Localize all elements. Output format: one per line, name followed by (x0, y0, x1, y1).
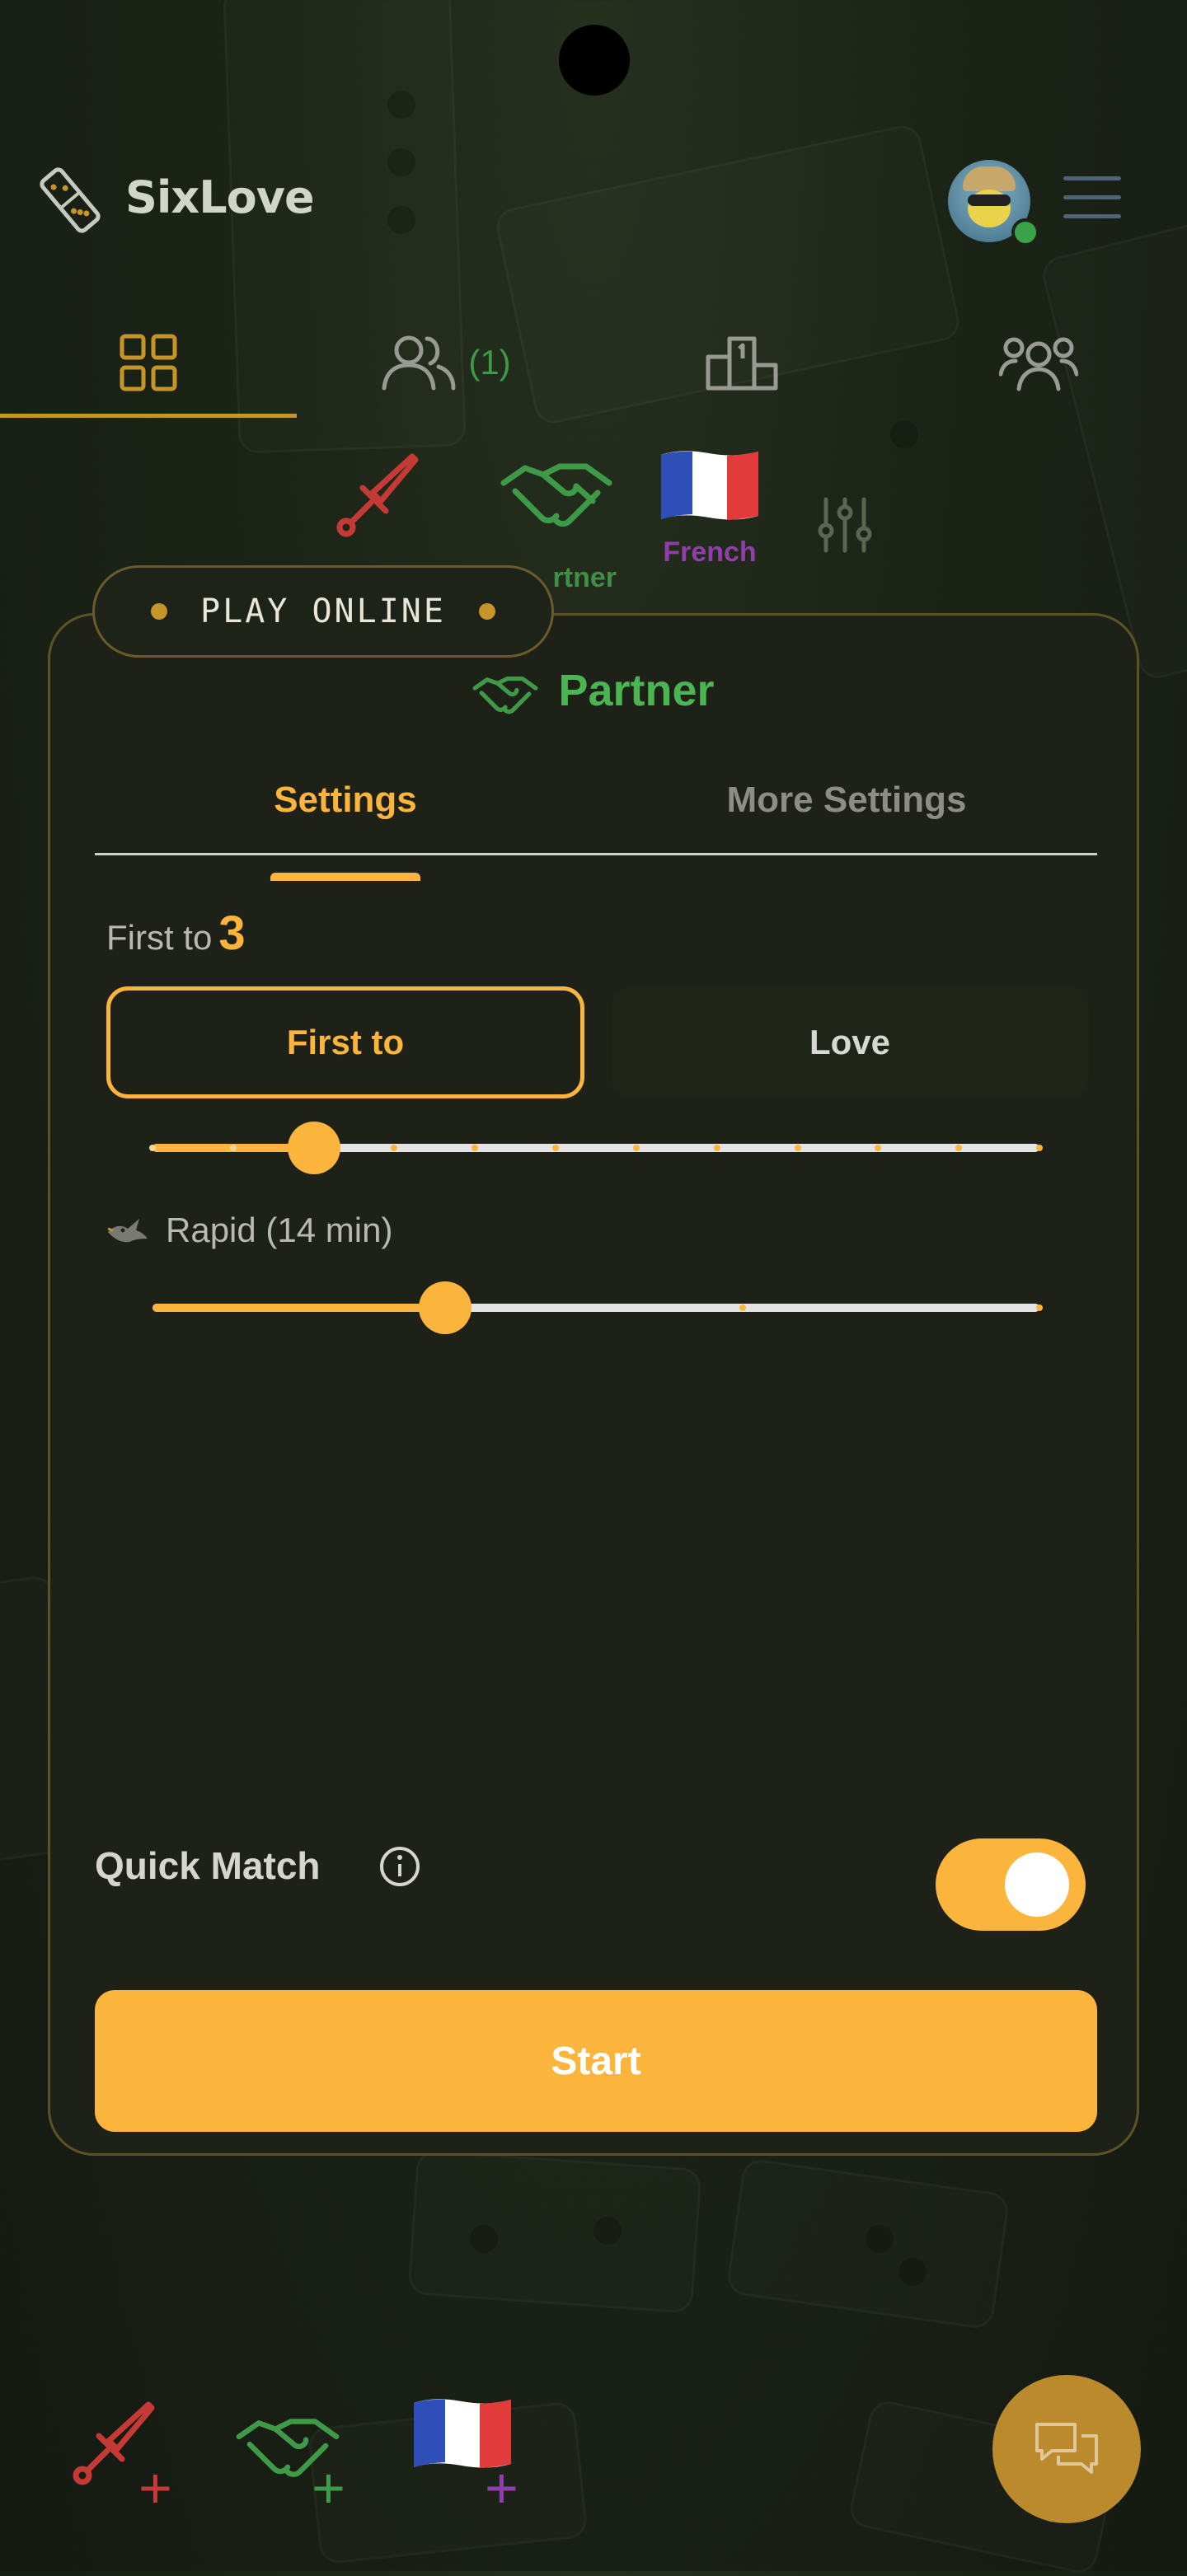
chat-icon (1035, 2423, 1098, 2474)
play-online-badge: PLAY ONLINE (92, 565, 554, 658)
first-to-label: First to 3 (106, 906, 246, 960)
play-online-label: PLAY ONLINE (200, 592, 446, 630)
toggle-knob (1005, 1852, 1069, 1917)
sliders-icon (818, 497, 872, 553)
card-title-text: Partner (558, 666, 715, 715)
main-nav: (1) (0, 305, 1187, 420)
score-slider-tick (875, 1145, 882, 1151)
score-slider-tick (794, 1145, 801, 1151)
mode-french-label: French (663, 536, 757, 568)
app-header: SixLove (0, 148, 1187, 255)
nav-tab-leaderboard[interactable] (594, 305, 890, 420)
handshake-icon (500, 463, 612, 527)
nav-active-indicator (0, 414, 297, 418)
score-slider-thumb[interactable] (287, 1122, 340, 1174)
add-french-game-button[interactable]: + (409, 2393, 518, 2517)
mode-battle[interactable] (333, 450, 424, 545)
friends-count-badge: (1) (468, 343, 511, 382)
plus-icon: + (312, 2456, 345, 2520)
hamburger-menu-icon[interactable] (1063, 176, 1121, 226)
front-camera (559, 25, 630, 96)
domino-logo-icon (33, 163, 107, 237)
time-slider-fill (152, 1304, 446, 1312)
sword-icon (336, 453, 419, 537)
french-flag-icon (661, 451, 758, 520)
score-slider-tick (632, 1145, 640, 1151)
podium-icon (706, 336, 778, 391)
online-status-dot (1011, 218, 1039, 246)
score-slider-tick (1036, 1145, 1043, 1151)
segment-love[interactable]: Love (611, 986, 1089, 1098)
score-slider-tick (552, 1145, 560, 1151)
info-icon[interactable] (378, 1845, 421, 1888)
card-title: Partner (50, 665, 1137, 719)
nav-tab-games[interactable] (0, 305, 297, 420)
add-battle-game-button[interactable]: + (69, 2398, 172, 2517)
first-to-value: 3 (218, 906, 246, 960)
add-partner-game-button[interactable]: + (236, 2406, 345, 2517)
nav-tab-friends[interactable]: (1) (297, 305, 594, 420)
mode-settings[interactable] (816, 496, 874, 558)
quick-match-toggle[interactable] (936, 1838, 1086, 1931)
start-button[interactable]: Start (95, 1990, 1097, 2132)
score-slider[interactable] (149, 1122, 1043, 1174)
score-slider-tick (391, 1145, 398, 1151)
settings-tabs: Settings More Settings (95, 747, 1097, 855)
mode-partner[interactable] (495, 450, 618, 540)
group-icon (999, 337, 1078, 391)
tab-more-settings[interactable]: More Settings (596, 747, 1097, 853)
score-slider-tick (149, 1145, 156, 1151)
bird-icon (107, 1219, 148, 1243)
app-name: SixLove (125, 171, 315, 223)
game-settings-card: Partner Settings More Settings First to 3… (48, 613, 1139, 2156)
tab-active-indicator (270, 873, 420, 881)
score-slider-tick (955, 1145, 963, 1151)
chat-button[interactable] (992, 2375, 1141, 2523)
mode-french[interactable]: French (656, 445, 763, 569)
time-control-label: Rapid (14 min) (106, 1211, 392, 1250)
segment-first-to[interactable]: First to (106, 986, 584, 1098)
grid-icon (120, 334, 177, 391)
quick-match-label: Quick Match (95, 1844, 321, 1887)
tab-settings[interactable]: Settings (95, 747, 596, 853)
people-icon (382, 335, 456, 391)
score-slider-tick (229, 1145, 237, 1151)
nav-tab-community[interactable] (890, 305, 1187, 420)
score-slider-tick (713, 1145, 720, 1151)
handshake-icon (472, 676, 538, 714)
time-slider[interactable] (152, 1281, 1043, 1334)
plus-icon: + (485, 2456, 518, 2520)
plus-icon: + (138, 2456, 172, 2520)
time-slider-thumb[interactable] (419, 1281, 472, 1334)
score-slider-tick (472, 1145, 479, 1151)
